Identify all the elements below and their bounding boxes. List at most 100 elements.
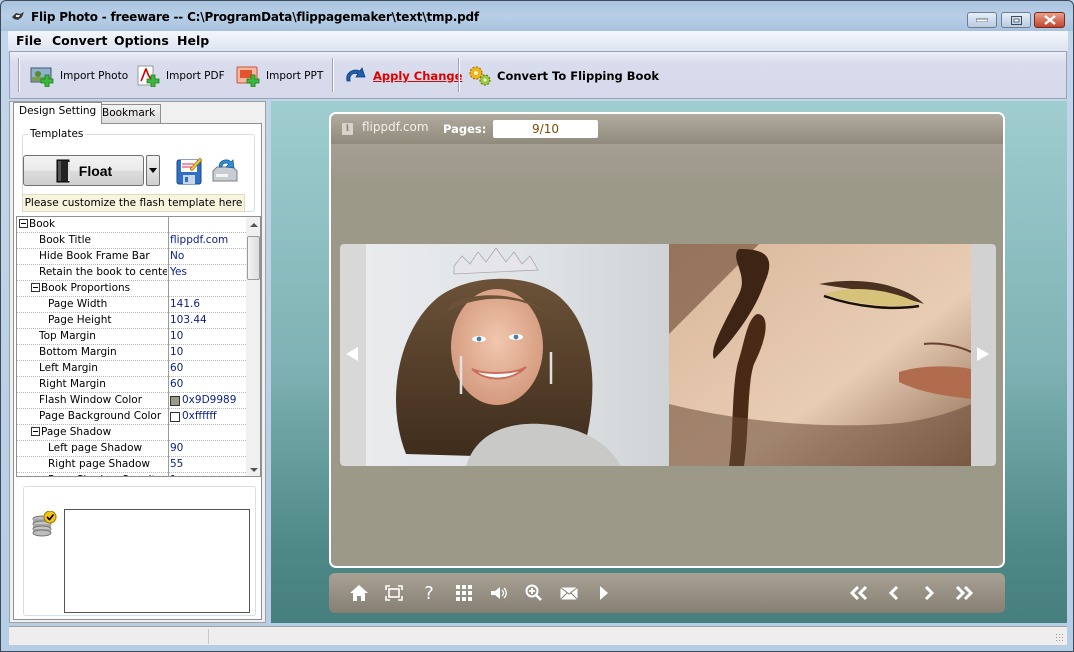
zoom-in-icon[interactable] bbox=[524, 584, 544, 602]
property-value[interactable]: 10 bbox=[170, 329, 183, 344]
page-number-input[interactable]: 9/10 bbox=[493, 120, 598, 138]
tab-design-setting[interactable]: Design Setting bbox=[13, 102, 103, 124]
property-name: Right Margin bbox=[17, 377, 167, 393]
last-page-icon[interactable] bbox=[954, 584, 974, 602]
property-name-text: Bottom Margin bbox=[39, 346, 117, 358]
thumbnails-icon[interactable] bbox=[454, 584, 474, 602]
preview-group bbox=[23, 486, 256, 616]
property-row[interactable]: Left Margin 60 bbox=[17, 361, 246, 377]
property-group-row[interactable]: Page Shadow bbox=[17, 425, 246, 441]
info-icon[interactable]: i bbox=[342, 123, 353, 135]
email-icon[interactable] bbox=[559, 584, 579, 602]
collapse-icon[interactable] bbox=[31, 427, 40, 436]
app-window: Flip Photo - freeware -- C:\ProgramData\… bbox=[0, 0, 1074, 652]
scroll-down-arrow[interactable] bbox=[250, 468, 258, 472]
template-dropdown-button[interactable] bbox=[146, 155, 160, 186]
property-row[interactable]: Page Background Color 0xffffff bbox=[17, 409, 246, 425]
menu-file[interactable]: File bbox=[16, 33, 42, 48]
collapse-icon[interactable] bbox=[31, 283, 40, 292]
property-value[interactable]: 103.44 bbox=[170, 313, 207, 328]
property-value[interactable]: flippdf.com bbox=[170, 233, 228, 248]
next-page-icon[interactable] bbox=[919, 584, 939, 602]
convert-button[interactable]: Convert To Flipping Book bbox=[467, 62, 659, 90]
right-page-photo[interactable] bbox=[669, 244, 971, 466]
previous-page-arrow-icon[interactable] bbox=[346, 347, 358, 361]
property-row[interactable]: Top Margin 10 bbox=[17, 329, 246, 345]
import-ppt-button[interactable]: Import PPT bbox=[236, 62, 323, 90]
property-value[interactable]: 60 bbox=[170, 361, 183, 376]
title-bar[interactable]: Flip Photo - freeware -- C:\ProgramData\… bbox=[1, 1, 1073, 31]
scroll-up-arrow[interactable] bbox=[250, 223, 258, 227]
sound-icon[interactable] bbox=[489, 584, 509, 602]
menu-options[interactable]: Options bbox=[114, 33, 169, 48]
property-value[interactable]: 0x9D9989 bbox=[170, 393, 236, 408]
color-swatch[interactable] bbox=[170, 411, 180, 422]
settings-panel: Design Setting Bookmark Templates Float bbox=[9, 101, 266, 623]
toolbar-grip[interactable] bbox=[18, 58, 20, 92]
status-bar bbox=[9, 626, 1067, 645]
previous-page-icon[interactable] bbox=[884, 584, 904, 602]
property-row[interactable]: Page Shadow Opacity 1 bbox=[17, 473, 246, 476]
property-row[interactable]: Right page Shadow 55 bbox=[17, 457, 246, 473]
property-group-row[interactable]: Book bbox=[17, 217, 246, 233]
property-value[interactable]: 55 bbox=[170, 457, 183, 472]
maximize-button[interactable] bbox=[1001, 12, 1031, 28]
import-photo-icon bbox=[30, 67, 54, 87]
toolbar-separator bbox=[458, 58, 460, 92]
close-button[interactable] bbox=[1034, 12, 1065, 28]
autoplay-icon[interactable] bbox=[594, 584, 614, 602]
property-name: Flash Window Color bbox=[17, 393, 167, 409]
property-value[interactable]: Yes bbox=[170, 265, 187, 280]
menu-convert[interactable]: Convert bbox=[52, 33, 107, 48]
resize-grip[interactable] bbox=[1055, 633, 1065, 643]
property-value[interactable]: No bbox=[170, 249, 184, 264]
property-value[interactable]: 1 bbox=[170, 473, 177, 476]
window-title: Flip Photo - freeware -- C:\ProgramData\… bbox=[31, 10, 479, 24]
property-row[interactable]: Right Margin 60 bbox=[17, 377, 246, 393]
property-value[interactable]: 0xffffff bbox=[170, 409, 217, 424]
column-divider[interactable] bbox=[168, 217, 169, 476]
property-group-row[interactable]: Book Proportions bbox=[17, 281, 246, 297]
save-template-icon[interactable] bbox=[176, 157, 202, 185]
property-value-text: 60 bbox=[170, 362, 184, 374]
property-row[interactable]: Page Width 141.6 bbox=[17, 297, 246, 313]
apply-change-button[interactable]: Apply Change bbox=[343, 62, 462, 90]
property-value-text: 55 bbox=[170, 458, 184, 470]
property-row[interactable]: Flash Window Color 0x9D9989 bbox=[17, 393, 246, 409]
apply-change-icon bbox=[346, 67, 366, 82]
first-page-icon[interactable] bbox=[849, 584, 869, 602]
tab-bookmark[interactable]: Bookmark bbox=[96, 104, 162, 124]
property-row[interactable]: Left page Shadow 90 bbox=[17, 441, 246, 457]
property-value-text: Yes bbox=[170, 266, 187, 278]
property-scrollbar[interactable] bbox=[246, 217, 260, 476]
scroll-thumb[interactable] bbox=[247, 236, 260, 280]
property-name-text: Book Title bbox=[39, 234, 91, 246]
property-row[interactable]: Retain the book to center Yes bbox=[17, 265, 246, 281]
minimize-button[interactable] bbox=[967, 12, 997, 28]
property-row[interactable]: Book Title flippdf.com bbox=[17, 233, 246, 249]
collapse-icon[interactable] bbox=[19, 219, 28, 228]
property-name-text: Top Margin bbox=[39, 330, 96, 342]
property-row[interactable]: Bottom Margin 10 bbox=[17, 345, 246, 361]
property-row[interactable]: Page Height 103.44 bbox=[17, 313, 246, 329]
import-pdf-button[interactable]: Import PDF bbox=[136, 62, 225, 90]
color-swatch[interactable] bbox=[170, 395, 180, 406]
property-value[interactable]: 60 bbox=[170, 377, 183, 392]
home-icon[interactable] bbox=[349, 584, 369, 602]
next-page-arrow-icon[interactable] bbox=[977, 347, 989, 361]
flipbook-preview-area: i flippdf.com Pages: 9/10 ? bbox=[271, 101, 1067, 623]
fullscreen-icon[interactable] bbox=[384, 584, 404, 602]
menu-help[interactable]: Help bbox=[177, 33, 209, 48]
template-select-button[interactable]: Float bbox=[23, 155, 144, 186]
property-value[interactable]: 141.6 bbox=[170, 297, 200, 312]
left-page-photo[interactable] bbox=[366, 244, 669, 466]
property-name: Book bbox=[17, 217, 167, 233]
load-template-icon[interactable] bbox=[211, 157, 239, 185]
minimize-icon bbox=[968, 13, 996, 27]
help-icon[interactable]: ? bbox=[419, 583, 439, 604]
property-value[interactable]: 10 bbox=[170, 345, 183, 360]
property-value[interactable]: 90 bbox=[170, 441, 183, 456]
import-photo-button[interactable]: Import Photo bbox=[30, 62, 128, 90]
property-row[interactable]: Hide Book Frame Bar No bbox=[17, 249, 246, 265]
property-name-text: Left Margin bbox=[39, 362, 98, 374]
